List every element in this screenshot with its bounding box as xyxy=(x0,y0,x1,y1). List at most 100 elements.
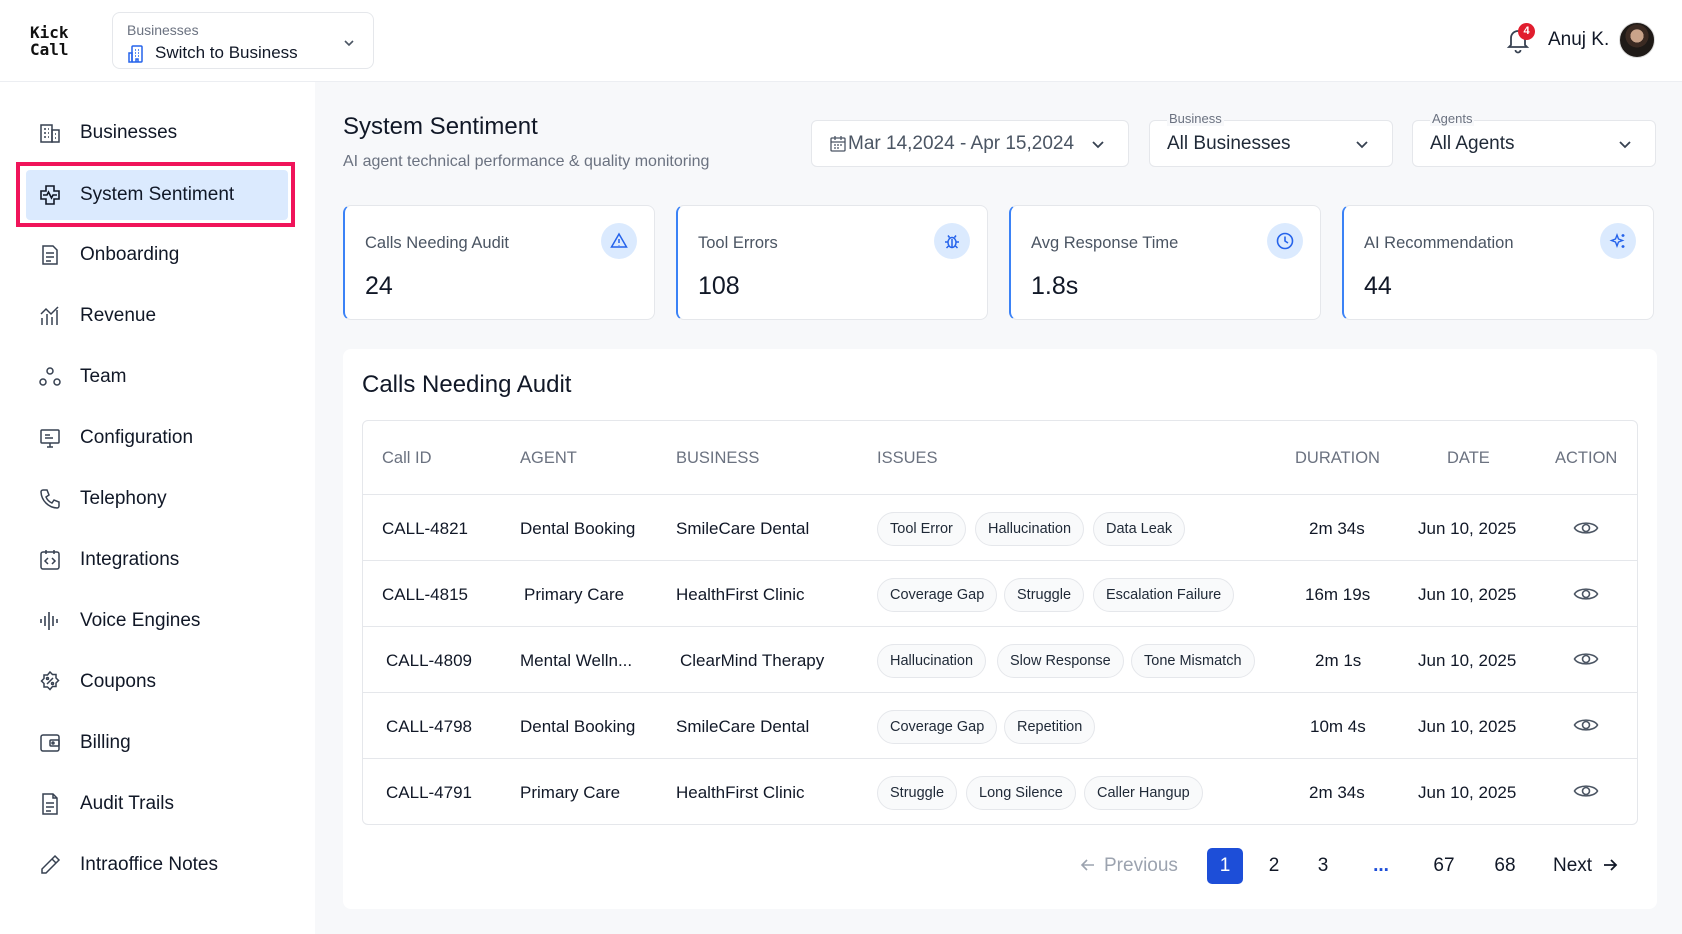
previous-page-button[interactable]: Previous xyxy=(1080,848,1190,884)
top-bar: Kick Call Businesses Switch to Business … xyxy=(0,0,1682,82)
duration-cell: 2m 34s xyxy=(1309,519,1365,538)
sidebar-item-label: Integrations xyxy=(80,549,180,570)
sidebar-item-coupons[interactable]: Coupons xyxy=(26,657,288,707)
sparkle-icon xyxy=(1600,223,1636,259)
next-label: Next xyxy=(1553,855,1593,876)
page-button-2[interactable]: 2 xyxy=(1256,848,1292,884)
agent-cell: Primary Care xyxy=(524,585,625,604)
sidebar-item-businesses[interactable]: Businesses xyxy=(26,108,288,158)
chevron-down-icon xyxy=(1619,141,1631,149)
agents-filter[interactable]: Agents All Agents xyxy=(1412,111,1656,167)
issue-chip: Tone Mismatch xyxy=(1131,644,1255,678)
agent-cell: Dental Booking xyxy=(520,519,636,538)
call-id-cell: CALL-4815 xyxy=(382,585,469,604)
call-id-cell: CALL-4821 xyxy=(382,519,469,538)
column-header-call-id[interactable]: Call ID xyxy=(382,449,432,468)
issue-chip: Coverage Gap xyxy=(877,578,998,612)
sidebar-item-revenue[interactable]: Revenue xyxy=(26,291,288,341)
logo-line-1: Kick xyxy=(30,23,69,42)
column-header-business[interactable]: BUSINESS xyxy=(676,449,759,468)
column-header-date[interactable]: DATE xyxy=(1447,449,1490,468)
sidebar-item-intraoffice-notes[interactable]: Intraoffice Notes xyxy=(26,840,288,890)
kpi-label: Avg Response Time xyxy=(1031,234,1179,252)
call-id-cell: CALL-4809 xyxy=(386,651,473,670)
chart-icon xyxy=(37,303,63,329)
column-header-issues[interactable]: ISSUES xyxy=(877,449,938,468)
issue-chip: Hallucination xyxy=(975,512,1085,546)
row-divider xyxy=(363,626,1637,627)
kpi-card-tool-errors[interactable]: Tool Errors 108 xyxy=(676,205,988,320)
next-page-button[interactable]: Next xyxy=(1553,848,1629,884)
active-item-highlight xyxy=(16,162,295,227)
kpi-card-avg-response-time[interactable]: Avg Response Time 1.8s xyxy=(1009,205,1321,320)
kpi-value: 108 xyxy=(698,272,740,300)
business-switcher[interactable]: Businesses Switch to Business xyxy=(112,12,374,69)
issue-chip: Tool Error xyxy=(877,512,966,546)
building-icon xyxy=(37,120,63,146)
agent-cell: Mental Welln... xyxy=(520,651,633,670)
business-filter-label: Business xyxy=(1167,111,1224,126)
row-divider xyxy=(363,692,1637,693)
eye-icon[interactable] xyxy=(1573,782,1599,800)
business-switcher-value: Switch to Business xyxy=(155,43,298,62)
page-button-68[interactable]: 68 xyxy=(1487,848,1523,884)
bug-icon xyxy=(934,223,970,259)
date-cell: Jun 10, 2025 xyxy=(1418,519,1517,538)
kpi-value: 1.8s xyxy=(1031,272,1079,300)
chevron-down-icon xyxy=(1092,141,1104,149)
sidebar-item-voice-engines[interactable]: Voice Engines xyxy=(26,596,288,646)
page-button-3[interactable]: 3 xyxy=(1305,848,1341,884)
user-name[interactable]: Anuj K. xyxy=(1548,29,1609,51)
row-divider xyxy=(363,560,1637,561)
issue-chip: Struggle xyxy=(1004,578,1085,612)
warning-icon xyxy=(601,223,637,259)
sidebar-item-integrations[interactable]: Integrations xyxy=(26,535,288,585)
page-button-1[interactable]: 1 xyxy=(1207,848,1243,884)
eye-icon[interactable] xyxy=(1573,519,1599,537)
sidebar-item-label: Onboarding xyxy=(80,244,180,265)
column-header-duration[interactable]: DURATION xyxy=(1295,449,1380,468)
kpi-card-calls-needing-audit[interactable]: Calls Needing Audit 24 xyxy=(343,205,655,320)
business-cell: SmileCare Dental xyxy=(676,519,810,538)
coupon-icon xyxy=(37,669,63,695)
sidebar-item-audit-trails[interactable]: Audit Trails xyxy=(26,779,288,829)
wallet-icon xyxy=(37,730,63,756)
avatar[interactable] xyxy=(1619,22,1655,58)
date-cell: Jun 10, 2025 xyxy=(1418,585,1517,604)
business-filter-value: All Businesses xyxy=(1167,133,1291,154)
arrow-left-icon xyxy=(1080,859,1094,871)
team-icon xyxy=(37,364,63,390)
sidebar-item-configuration[interactable]: Configuration xyxy=(26,413,288,463)
issue-chip: Slow Response xyxy=(997,644,1124,678)
issue-chip: Hallucination xyxy=(877,644,987,678)
column-header-agent[interactable]: AGENT xyxy=(520,449,577,468)
page-title: System Sentiment xyxy=(343,113,538,140)
business-cell: SmileCare Dental xyxy=(676,717,810,736)
clock-icon xyxy=(1267,223,1303,259)
business-filter[interactable]: Business All Businesses xyxy=(1149,111,1393,167)
file-icon xyxy=(37,791,63,817)
sidebar-item-telephony[interactable]: Telephony xyxy=(26,474,288,524)
kickcall-logo[interactable]: Kick Call xyxy=(30,24,69,58)
issue-chip: Caller Hangup xyxy=(1084,776,1203,810)
sidebar-item-onboarding[interactable]: Onboarding xyxy=(26,230,288,280)
arrow-right-icon xyxy=(1604,859,1618,871)
kpi-card-ai-recommendation[interactable]: AI Recommendation 44 xyxy=(1342,205,1654,320)
kpi-label: Tool Errors xyxy=(698,234,778,252)
notification-badge: 4 xyxy=(1518,23,1535,40)
eye-icon[interactable] xyxy=(1573,716,1599,734)
sidebar-item-label: Configuration xyxy=(80,427,194,448)
date-range-picker[interactable]: Mar 14,2024 - Apr 15,2024 xyxy=(811,120,1129,167)
sidebar-item-label: Audit Trails xyxy=(80,793,174,814)
sidebar-item-team[interactable]: Team xyxy=(26,352,288,402)
monitor-icon xyxy=(37,425,63,451)
sidebar-item-label: Intraoffice Notes xyxy=(80,854,219,875)
sidebar-item-billing[interactable]: Billing xyxy=(26,718,288,768)
eye-icon[interactable] xyxy=(1573,585,1599,603)
page-button-67[interactable]: 67 xyxy=(1426,848,1462,884)
eye-icon[interactable] xyxy=(1573,650,1599,668)
audit-table xyxy=(362,420,1638,825)
duration-cell: 2m 1s xyxy=(1315,651,1362,670)
chevron-down-icon xyxy=(344,40,354,47)
page-ellipsis: ... xyxy=(1373,855,1389,876)
